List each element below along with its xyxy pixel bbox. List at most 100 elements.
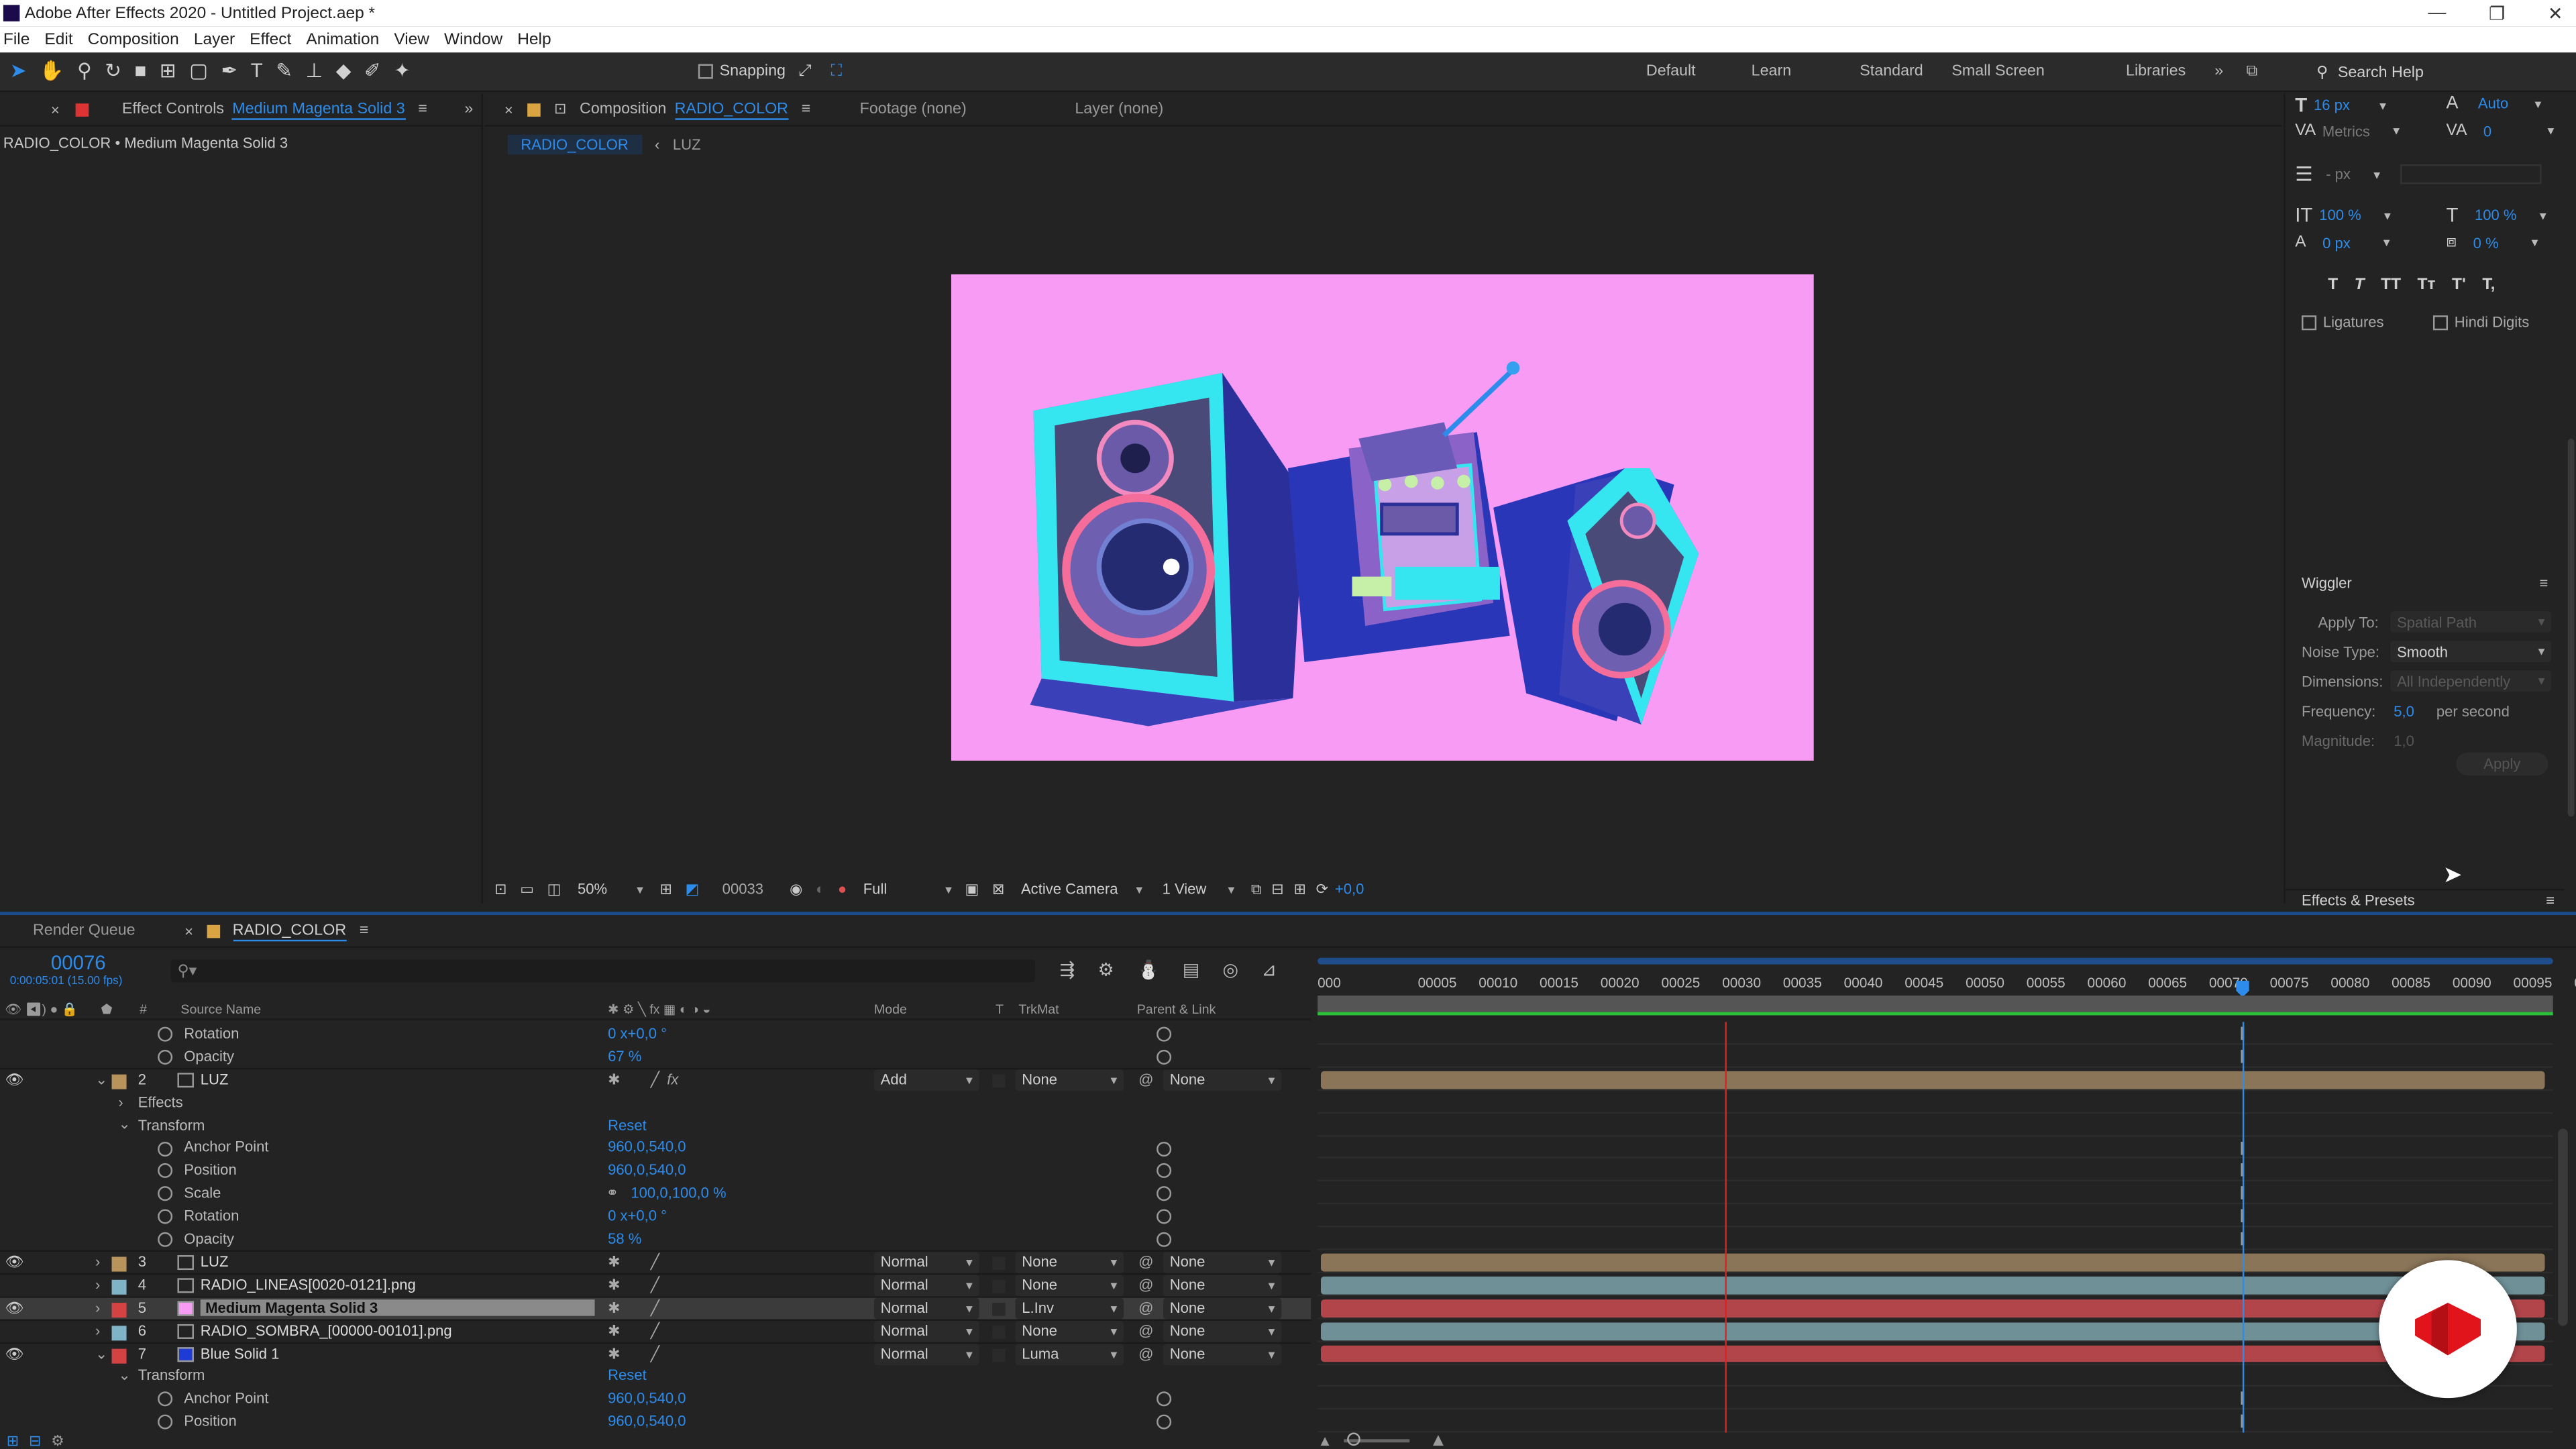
preserve-transparency-checkbox[interactable] (992, 1302, 1006, 1316)
comp-lock-icon-2[interactable]: ⊡ (554, 100, 566, 118)
panel-menu-icon[interactable]: ≡ (2546, 892, 2555, 908)
trkmat-dropdown[interactable]: None ▾ (1015, 1069, 1124, 1091)
shy-switch-icon[interactable]: ✱ (608, 1276, 620, 1294)
layer-row[interactable]: › 6 RADIO_SOMBRA_[00000-00101].png ✱ ╱ Normal… (0, 1318, 1311, 1342)
layer-name[interactable]: Blue Solid 1 (201, 1346, 280, 1362)
pen-tool-icon[interactable]: ✒ (221, 59, 237, 82)
channel-icon[interactable]: ● (838, 881, 847, 897)
transparency-grid-icon[interactable]: ⊠ (992, 879, 1004, 898)
visibility-eye-icon[interactable]: 👁 (5, 1345, 23, 1363)
zoom-slider-knob[interactable] (1347, 1432, 1360, 1446)
constrain-proportions-icon[interactable]: ⚭ (606, 1184, 619, 1202)
tsume-value[interactable]: 0 % (2473, 234, 2499, 250)
panel-menu-icon[interactable]: ≡ (2540, 575, 2548, 591)
twirl-icon[interactable]: › (118, 1093, 123, 1110)
trkmat-dropdown[interactable]: None ▾ (1015, 1275, 1124, 1296)
playhead-line[interactable] (2243, 1022, 2245, 1433)
shy-switch-icon[interactable]: ✱ (608, 1253, 620, 1271)
current-time-display[interactable]: 00076 (51, 951, 106, 974)
footage-tab[interactable]: Footage (none) (860, 100, 967, 118)
horizontal-scale-value[interactable]: 100 % (2475, 207, 2517, 223)
layer-tab[interactable]: Layer (none) (1075, 100, 1163, 118)
panel-scrollbar[interactable] (2567, 438, 2575, 817)
label-color-swatch[interactable] (111, 1348, 127, 1363)
layer-row[interactable]: › 4 RADIO_LINEAS[0020-0121].png ✱ ╱ Normal ▾ No… (0, 1273, 1311, 1296)
shy-switch-icon[interactable]: ✱ (608, 1322, 620, 1340)
menu-edit[interactable]: Edit (44, 30, 72, 48)
preserve-transparency-checkbox[interactable] (992, 1074, 1006, 1087)
layer-duration-bar[interactable] (1320, 1299, 2545, 1318)
small-caps-button[interactable]: Tт (2418, 276, 2436, 294)
toggle-modes-icon[interactable]: ⊟ (29, 1432, 41, 1449)
layer-duration-bar[interactable] (1320, 1276, 2545, 1295)
preserve-transparency-checkbox[interactable] (992, 1279, 1006, 1293)
layer-row[interactable]: 👁 › 3 LUZ ✱ ╱ Normal ▾ None ▾ @ None ▾ (0, 1250, 1311, 1273)
type-tool-icon[interactable]: T (251, 59, 263, 82)
layer-name[interactable]: RADIO_SOMBRA_[00000-00101].png (201, 1323, 452, 1339)
layer-name[interactable]: LUZ (201, 1071, 229, 1087)
comp-lock-icon[interactable] (527, 103, 541, 116)
time-navigator[interactable] (1318, 957, 2553, 965)
close-icon[interactable]: ✕ (2548, 3, 2563, 23)
twirl-icon[interactable]: › (95, 1323, 100, 1339)
composition-tab-prefix[interactable]: Composition (580, 100, 666, 118)
workspace-standard[interactable]: Standard (1860, 62, 1951, 80)
brush-tool-icon[interactable]: ✎ (276, 59, 292, 82)
draft-3d-toggle-icon[interactable]: ⚙ (1097, 959, 1114, 981)
twirl-icon[interactable]: ⌄ (95, 1345, 107, 1363)
parent-pickwhip-icon[interactable]: @ (1138, 1300, 1153, 1316)
expression-pickwhip-icon[interactable] (1157, 1026, 1172, 1042)
layer-duration-bar[interactable] (1320, 1071, 2545, 1089)
time-ruler[interactable]: 000 00005 00010 00015 00020 00025 00030 00035 00… (1318, 957, 2576, 1024)
eraser-tool-icon[interactable]: ◆ (336, 59, 352, 82)
close-tab-icon[interactable]: × (504, 101, 513, 117)
layer-name[interactable]: RADIO_LINEAS[0020-0121].png (201, 1277, 416, 1293)
fx-switch-icon[interactable]: fx (667, 1071, 678, 1087)
panel-menu-icon[interactable]: ≡ (360, 922, 369, 940)
composition-canvas[interactable] (951, 274, 1814, 761)
expression-pickwhip-icon[interactable] (1157, 1163, 1172, 1179)
timeline-scrollbar[interactable] (2558, 1128, 2568, 1326)
zoom-in-icon[interactable]: ▲ (1430, 1431, 1448, 1449)
mode-dropdown[interactable]: Normal ▾ (873, 1320, 979, 1342)
source-name-header[interactable]: Source Name (180, 1002, 261, 1017)
rotate-tool-icon[interactable]: ↻ (105, 59, 121, 82)
resolution-dropdown[interactable]: Full ▾ (857, 878, 959, 900)
twirl-icon[interactable]: › (95, 1254, 100, 1271)
baseline-shift-value[interactable]: 0 px (2322, 234, 2351, 250)
expression-pickwhip-icon[interactable] (1157, 1049, 1172, 1065)
expression-pickwhip-icon[interactable] (1157, 1392, 1172, 1407)
mode-dropdown[interactable]: Normal ▾ (873, 1343, 979, 1364)
rectangle-tool-icon[interactable]: ▢ (189, 59, 208, 82)
parent-dropdown[interactable]: None ▾ (1163, 1320, 1282, 1342)
expression-pickwhip-icon[interactable] (1157, 1186, 1172, 1201)
kerning-value[interactable]: Metrics (2322, 122, 2370, 138)
trkmat-dropdown[interactable]: Luma ▾ (1015, 1343, 1124, 1364)
shy-switch-icon[interactable]: ✱ (608, 1299, 620, 1318)
twirl-icon[interactable]: ⌄ (118, 1116, 130, 1134)
stopwatch-icon[interactable] (158, 1163, 173, 1179)
breadcrumb-radio-color[interactable]: RADIO_COLOR (507, 133, 642, 154)
vertical-scale-value[interactable]: 100 % (2319, 207, 2361, 223)
label-color-swatch[interactable] (111, 1325, 127, 1340)
mode-dropdown[interactable]: Normal ▾ (873, 1251, 979, 1273)
composition-mini-flowchart-icon[interactable]: ⇶ (1060, 959, 1075, 981)
view-layout-dropdown[interactable]: 1 View ▾ (1156, 878, 1241, 900)
property-value[interactable]: 960,0,540,0 (608, 1162, 686, 1178)
visibility-eye-icon[interactable]: 👁 (5, 1299, 23, 1318)
noise-type-dropdown[interactable]: Smooth ▾ (2390, 641, 2552, 662)
expression-pickwhip-icon[interactable] (1157, 1415, 1172, 1430)
camera-tool-icon[interactable]: ■ (135, 59, 147, 82)
toggle-switches-icon[interactable]: ⊞ (7, 1432, 19, 1449)
parent-dropdown[interactable]: None ▾ (1163, 1275, 1282, 1296)
work-area-bar[interactable] (1318, 996, 2553, 1012)
mode-dropdown[interactable]: Normal ▾ (873, 1297, 979, 1319)
panel-menu-icon[interactable]: ≡ (802, 100, 811, 118)
close-tab-icon[interactable]: × (51, 101, 60, 117)
expression-pickwhip-icon[interactable] (1157, 1232, 1172, 1248)
label-color-swatch[interactable] (111, 1074, 127, 1089)
ligatures-checkbox[interactable] (2302, 314, 2317, 330)
effects-presets-title[interactable]: Effects & Presets (2302, 892, 2415, 908)
graph-editor-icon[interactable]: ⊿ (1261, 959, 1277, 981)
workspace-libraries[interactable]: Libraries (2126, 62, 2208, 80)
